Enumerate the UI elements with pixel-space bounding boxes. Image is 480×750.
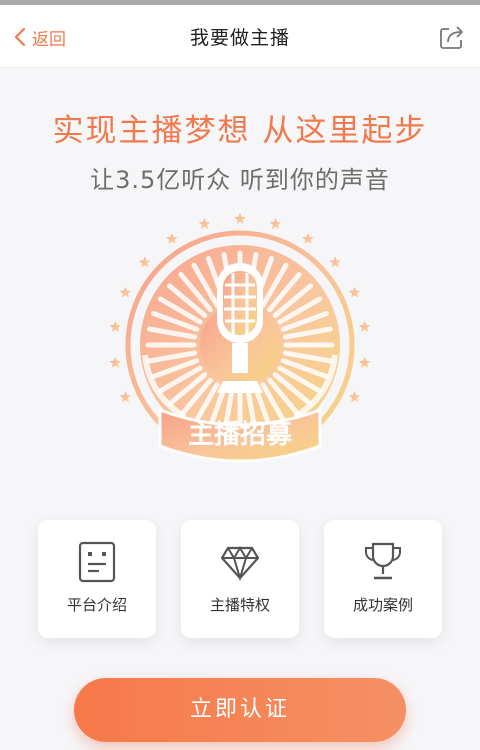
verify-now-button[interactable]: 立即认证 — [74, 678, 406, 742]
card-label: 平台介绍 — [66, 596, 127, 614]
star-icon — [329, 256, 341, 268]
star-icon — [198, 218, 211, 229]
star-icon — [348, 391, 361, 403]
document-icon — [78, 541, 116, 583]
hero-headline: 实现主播梦想 从这里起步 — [52, 113, 428, 149]
anchor-privileges-card[interactable]: 主播特权 — [181, 520, 299, 638]
success-cases-card[interactable]: 成功案例 — [324, 520, 442, 638]
star-icon — [359, 356, 371, 368]
badge-text: 主播招募 — [188, 420, 293, 450]
page-title: 我要做主播 — [189, 27, 290, 49]
star-icon — [109, 356, 121, 368]
share-icon[interactable] — [438, 23, 466, 51]
card-label: 主播特权 — [209, 596, 270, 614]
star-icon — [119, 391, 132, 403]
star-icon — [269, 218, 282, 229]
star-icon — [139, 256, 151, 268]
star-icon — [302, 233, 314, 244]
star-icon — [119, 286, 132, 298]
star-icon — [166, 233, 178, 244]
trophy-icon — [365, 542, 401, 580]
platform-intro-card[interactable]: 平台介绍 — [38, 520, 156, 638]
star-icon — [348, 286, 361, 298]
hero-subline: 让3.5亿听众 听到你的声音 — [90, 166, 390, 194]
star-icon — [234, 213, 246, 224]
diamond-icon — [220, 546, 260, 582]
anchor-recruit-badge: 主播招募 — [109, 213, 371, 463]
star-icon — [359, 321, 371, 332]
star-icon — [109, 321, 121, 332]
navigation-bar: 返回 我要做主播 — [0, 5, 480, 68]
card-label: 成功案例 — [352, 596, 413, 614]
